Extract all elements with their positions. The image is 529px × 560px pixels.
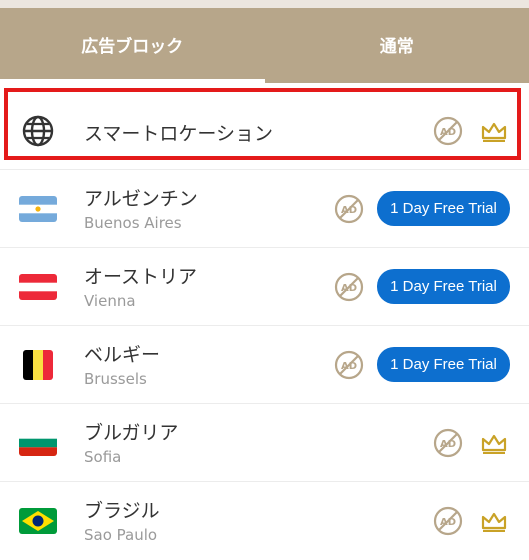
location-row-belgium[interactable]: ベルギー Brussels AD 1 Day Free Trial xyxy=(0,326,529,404)
austria-flag xyxy=(18,267,58,307)
brazil-flag xyxy=(18,501,58,541)
crown-icon xyxy=(481,122,507,142)
tab-bar: 広告ブロック 通常 xyxy=(0,8,529,83)
free-trial-button[interactable]: 1 Day Free Trial xyxy=(377,347,510,382)
location-name: オーストリア xyxy=(84,266,198,288)
smart-location-label: スマートロケーション xyxy=(84,123,274,145)
location-city: Sofia xyxy=(84,448,122,466)
location-name: ベルギー xyxy=(84,344,161,366)
location-row-argentina[interactable]: アルゼンチン Buenos Aires AD 1 Day Free Trial xyxy=(0,170,529,248)
location-row-austria[interactable]: オーストリア Vienna AD 1 Day Free Trial xyxy=(0,248,529,326)
bulgaria-flag xyxy=(18,423,58,463)
argentina-flag xyxy=(18,189,58,229)
crown-icon xyxy=(481,512,507,532)
free-trial-button[interactable]: 1 Day Free Trial xyxy=(377,269,510,304)
tab-normal[interactable]: 通常 xyxy=(265,8,529,80)
location-row-brazil[interactable]: ブラジル Sao Paulo AD xyxy=(0,482,529,560)
location-city: Buenos Aires xyxy=(84,214,182,232)
tab-ad-block[interactable]: 広告ブロック xyxy=(0,8,265,83)
crown-icon xyxy=(481,434,507,454)
no-ads-icon: AD xyxy=(334,350,364,380)
no-ads-icon: AD xyxy=(433,506,463,536)
no-ads-icon: AD xyxy=(334,194,364,224)
belgium-flag xyxy=(18,345,58,385)
no-ads-icon: AD xyxy=(334,272,364,302)
status-strip xyxy=(0,0,529,8)
location-row-bulgaria[interactable]: ブルガリア Sofia AD xyxy=(0,404,529,482)
location-name: ブルガリア xyxy=(84,422,179,444)
location-city: Vienna xyxy=(84,292,136,310)
location-name: アルゼンチン xyxy=(84,188,198,210)
no-ads-icon: AD xyxy=(433,428,463,458)
location-name: ブラジル xyxy=(84,500,160,522)
location-city: Brussels xyxy=(84,370,147,388)
globe-icon xyxy=(18,111,58,151)
no-ads-icon: AD xyxy=(433,116,463,146)
location-city: Sao Paulo xyxy=(84,526,158,544)
free-trial-button[interactable]: 1 Day Free Trial xyxy=(377,191,510,226)
smart-location-row[interactable]: スマートロケーション AD xyxy=(0,92,529,170)
